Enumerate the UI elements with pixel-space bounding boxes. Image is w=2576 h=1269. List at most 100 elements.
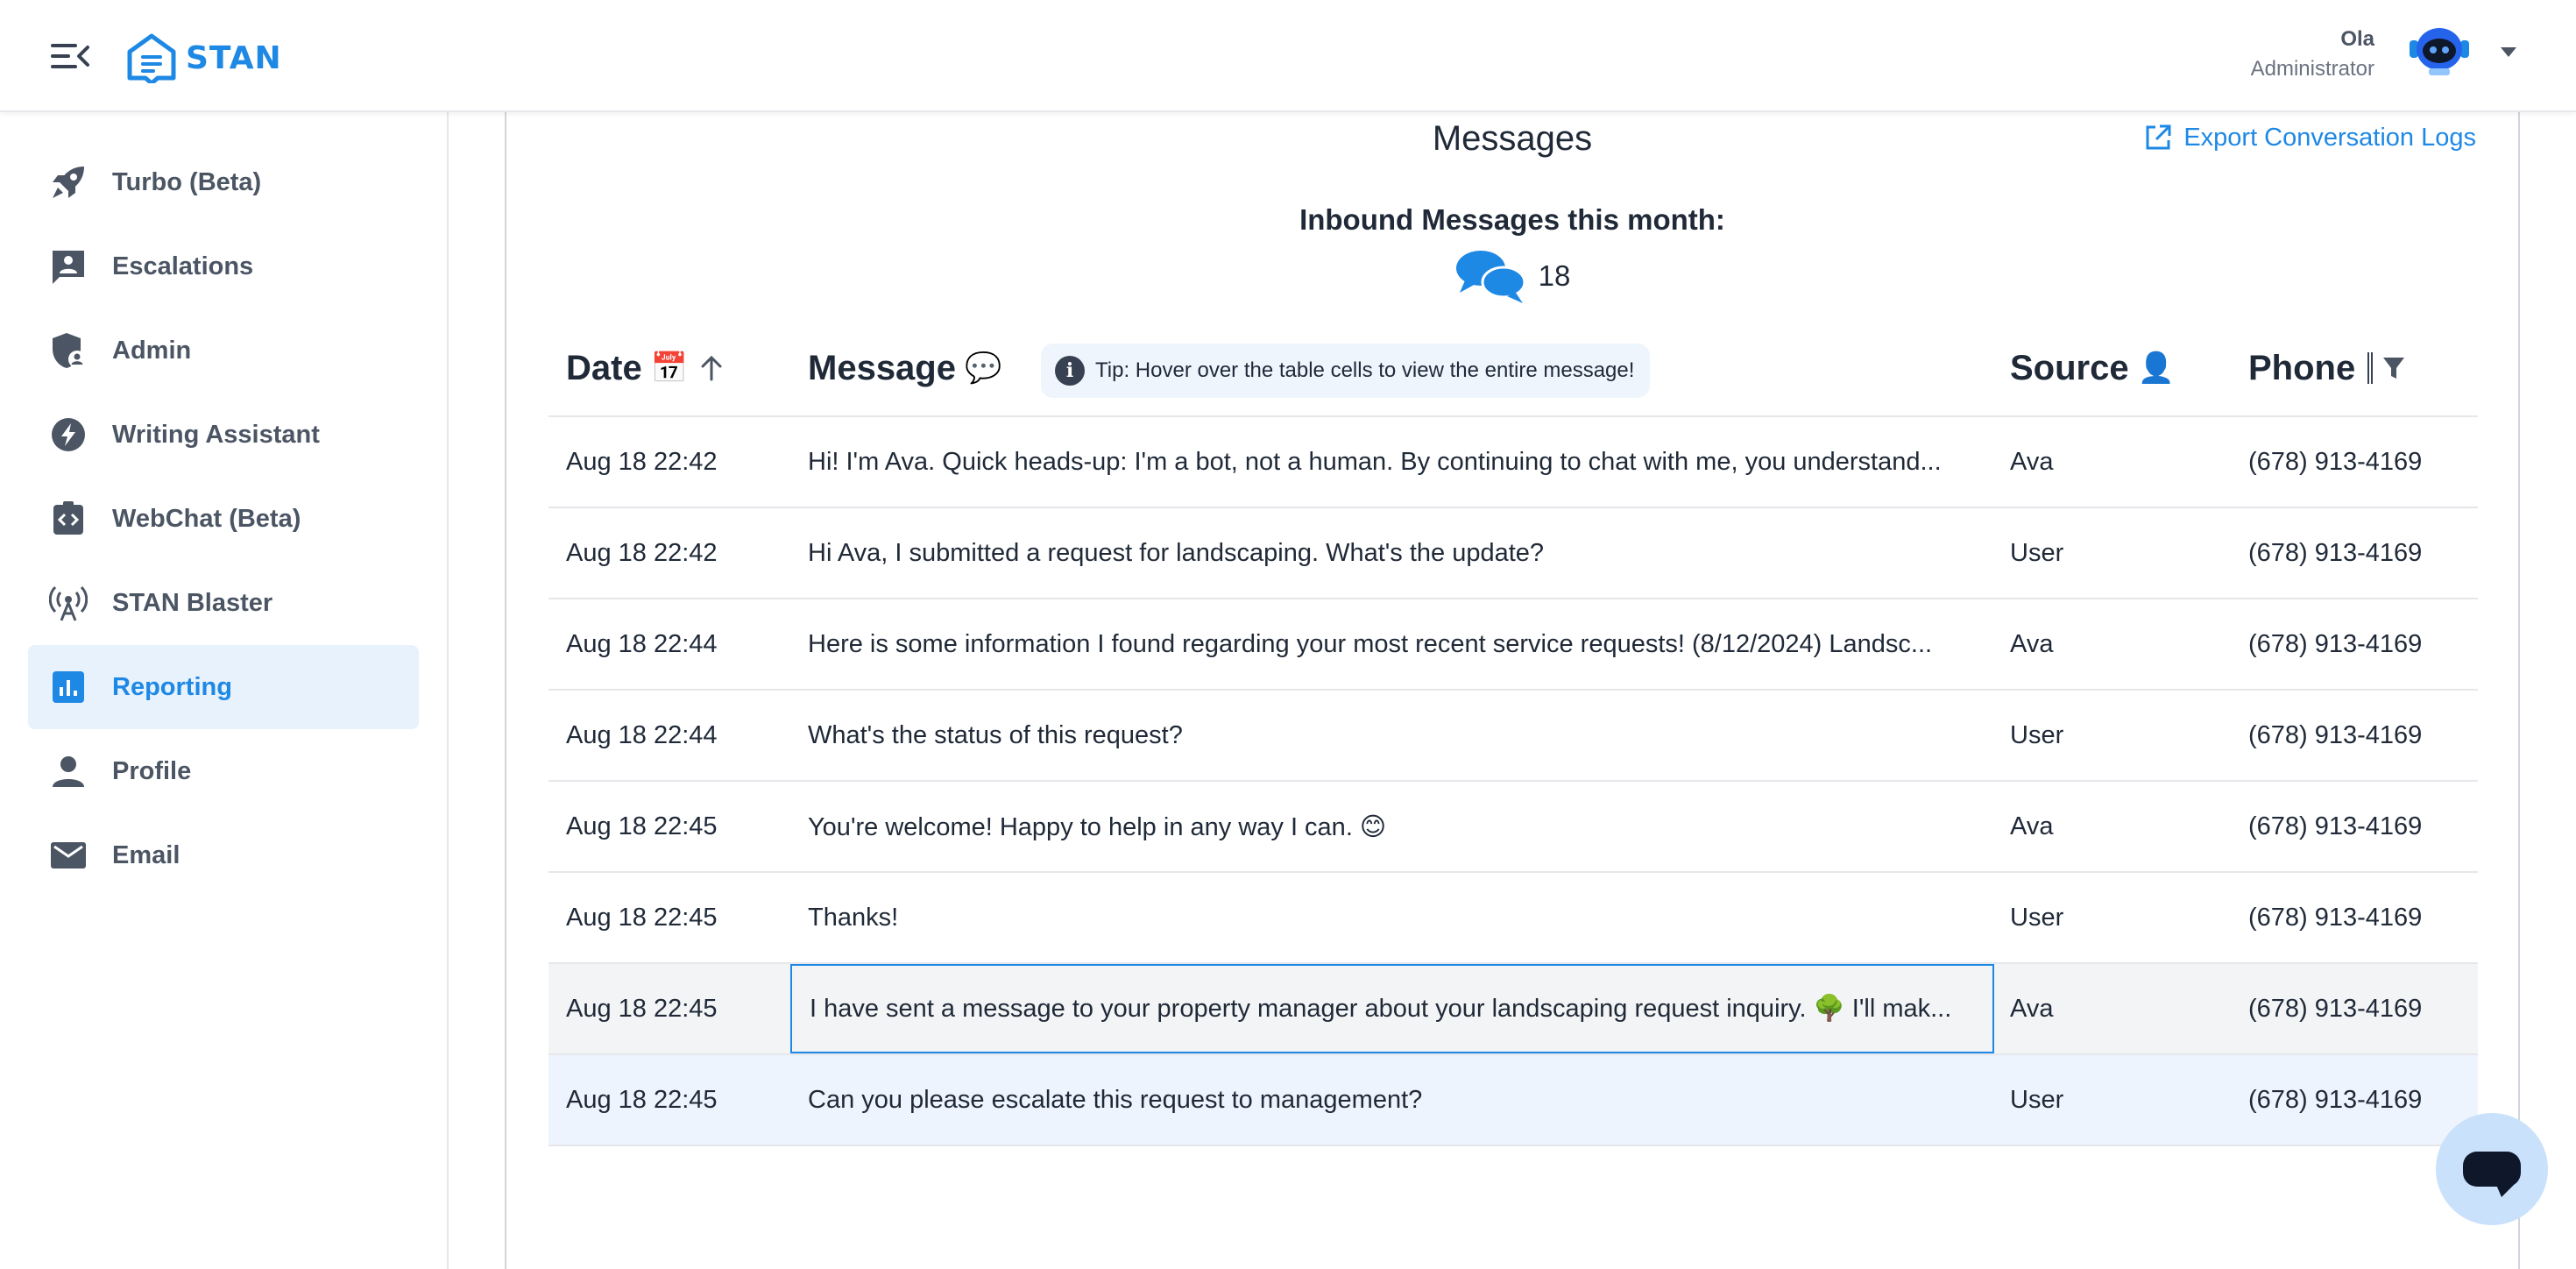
message-cell[interactable]: What's the status of this request?	[790, 691, 1994, 780]
sidebar-item-label: Admin	[112, 336, 192, 365]
phone-header-label: Phone	[2248, 348, 2356, 387]
sidebar-item-turbo[interactable]: Turbo (Beta)	[28, 140, 419, 224]
admin-shield-icon	[47, 330, 89, 372]
chat-bubbles-icon	[1455, 251, 1526, 303]
column-resize-handle[interactable]	[2367, 352, 2374, 384]
avatar[interactable]	[2408, 25, 2471, 77]
logo[interactable]: STAN	[126, 32, 282, 84]
rocket-icon	[47, 161, 89, 203]
table-row[interactable]: Aug 18 22:45 Can you please escalate thi…	[548, 1055, 2478, 1146]
inbound-count-value: 18	[1538, 259, 1571, 292]
message-cell[interactable]: You're welcome! Happy to help in any way…	[790, 782, 1994, 871]
mail-icon	[47, 834, 89, 876]
sidebar: Turbo (Beta) Escalations Admin Writing A…	[0, 112, 449, 1269]
phone-cell: (678) 913-4169	[2248, 720, 2423, 749]
source-cell: Ava	[2010, 629, 2054, 658]
sidebar-item-label: WebChat (Beta)	[112, 504, 301, 533]
table-row[interactable]: Aug 18 22:44 What's the status of this r…	[548, 691, 2478, 782]
message-text: Hi! I'm Ava. Quick heads-up: I'm a bot, …	[808, 447, 1942, 476]
broadcast-icon	[47, 582, 89, 624]
external-link-icon	[2146, 124, 2171, 150]
phone-cell: (678) 913-4169	[2248, 629, 2423, 658]
user-info: Ola Administrator	[2251, 25, 2374, 84]
calendar-icon: 📅	[650, 351, 689, 385]
lightning-icon	[47, 414, 89, 456]
phone-cell: (678) 913-4169	[2248, 1085, 2423, 1114]
tip-text: Tip: Hover over the table cells to view …	[1095, 358, 1635, 382]
phone-cell: (678) 913-4169	[2248, 903, 2423, 932]
message-text: Here is some information I found regardi…	[808, 629, 1933, 658]
table-header: Date 📅 Message 💬 i Tip: Hover over the t…	[548, 319, 2478, 417]
user-name: Ola	[2340, 27, 2374, 51]
date-header-label: Date	[566, 348, 642, 387]
message-header-label: Message	[808, 348, 956, 387]
sidebar-item-reporting[interactable]: Reporting	[28, 645, 419, 729]
source-cell: Ava	[2010, 447, 2054, 476]
filter-icon[interactable]	[2381, 355, 2406, 381]
top-bar: STAN Ola Administrator	[0, 0, 2576, 112]
source-cell: Ava	[2010, 994, 2054, 1023]
message-cell[interactable]: Thanks!	[790, 873, 1994, 962]
sidebar-item-label: Profile	[112, 756, 192, 785]
date-column-header[interactable]: Date 📅	[566, 319, 723, 417]
sidebar-item-label: Reporting	[112, 672, 232, 701]
date-cell: Aug 18 22:45	[566, 1085, 718, 1114]
source-cell: User	[2010, 903, 2064, 932]
date-cell: Aug 18 22:45	[566, 812, 718, 840]
user-role: Administrator	[2250, 57, 2374, 81]
sidebar-item-profile[interactable]: Profile	[28, 729, 419, 813]
source-cell: User	[2010, 538, 2064, 567]
inbound-count: 18	[506, 247, 2518, 305]
table-row[interactable]: Aug 18 22:42 Hi Ava, I submitted a reque…	[548, 508, 2478, 599]
message-cell[interactable]: Hi Ava, I submitted a request for landsc…	[790, 508, 1994, 598]
message-text: I have sent a message to your property m…	[810, 995, 1952, 1023]
sidebar-item-label: Email	[112, 840, 180, 869]
sidebar-item-escalations[interactable]: Escalations	[28, 224, 419, 308]
chat-widget-button[interactable]	[2436, 1113, 2548, 1225]
chat-bubble-icon	[2463, 1152, 2521, 1197]
source-header-label: Source	[2010, 348, 2129, 387]
sidebar-item-webchat[interactable]: WebChat (Beta)	[28, 477, 419, 561]
messages-table: Date 📅 Message 💬 i Tip: Hover over the t…	[548, 319, 2478, 1146]
sidebar-item-email[interactable]: Email	[28, 813, 419, 897]
sort-ascending-icon[interactable]	[700, 355, 723, 381]
hover-tip: i Tip: Hover over the table cells to vie…	[1041, 344, 1651, 398]
date-cell: Aug 18 22:44	[566, 629, 718, 658]
message-text: Thanks!	[808, 903, 899, 932]
sidebar-item-stan-blaster[interactable]: STAN Blaster	[28, 561, 419, 645]
message-text: Hi Ava, I submitted a request for landsc…	[808, 538, 1545, 567]
user-menu-caret-icon[interactable]	[2501, 47, 2516, 57]
phone-cell: (678) 913-4169	[2248, 538, 2423, 567]
message-cell-focused[interactable]: I have sent a message to your property m…	[790, 964, 1994, 1053]
inbound-messages-title: Inbound Messages this month:	[1299, 203, 1725, 236]
date-cell: Aug 18 22:42	[566, 538, 718, 567]
sidebar-item-label: Escalations	[112, 252, 254, 280]
sidebar-item-admin[interactable]: Admin	[28, 308, 419, 393]
bar-chart-icon	[47, 666, 89, 708]
sidebar-item-writing-assistant[interactable]: Writing Assistant	[28, 393, 419, 477]
date-cell: Aug 18 22:42	[566, 447, 718, 476]
export-conversation-logs-link[interactable]: Export Conversation Logs	[2143, 123, 2476, 152]
menu-collapse-icon[interactable]	[49, 40, 91, 72]
phone-column-header[interactable]: Phone	[2248, 319, 2406, 417]
table-row[interactable]: Aug 18 22:44 Here is some information I …	[548, 599, 2478, 691]
table-row[interactable]: Aug 18 22:42 Hi! I'm Ava. Quick heads-up…	[548, 417, 2478, 508]
message-cell[interactable]: Here is some information I found regardi…	[790, 599, 1994, 689]
table-row[interactable]: Aug 18 22:45 Thanks! User (678) 913-4169	[548, 873, 2478, 964]
source-cell: User	[2010, 1085, 2064, 1114]
message-column-header[interactable]: Message 💬	[808, 319, 1001, 417]
date-cell: Aug 18 22:45	[566, 903, 718, 932]
source-column-header[interactable]: Source 👤	[2010, 319, 2175, 417]
sidebar-item-label: Turbo (Beta)	[112, 167, 262, 196]
source-cell: User	[2010, 720, 2064, 749]
sidebar-item-label: STAN Blaster	[112, 588, 273, 617]
phone-cell: (678) 913-4169	[2248, 994, 2423, 1023]
table-row[interactable]: Aug 18 22:45 I have sent a message to yo…	[548, 964, 2478, 1055]
person-icon: 👤	[2137, 351, 2175, 385]
message-text: Can you please escalate this request to …	[808, 1085, 1423, 1114]
message-cell[interactable]: Hi! I'm Ava. Quick heads-up: I'm a bot, …	[790, 417, 1994, 507]
message-cell[interactable]: Can you please escalate this request to …	[790, 1055, 1994, 1145]
logo-text: STAN	[186, 39, 282, 76]
date-cell: Aug 18 22:45	[566, 994, 718, 1023]
table-row[interactable]: Aug 18 22:45 You're welcome! Happy to he…	[548, 782, 2478, 873]
